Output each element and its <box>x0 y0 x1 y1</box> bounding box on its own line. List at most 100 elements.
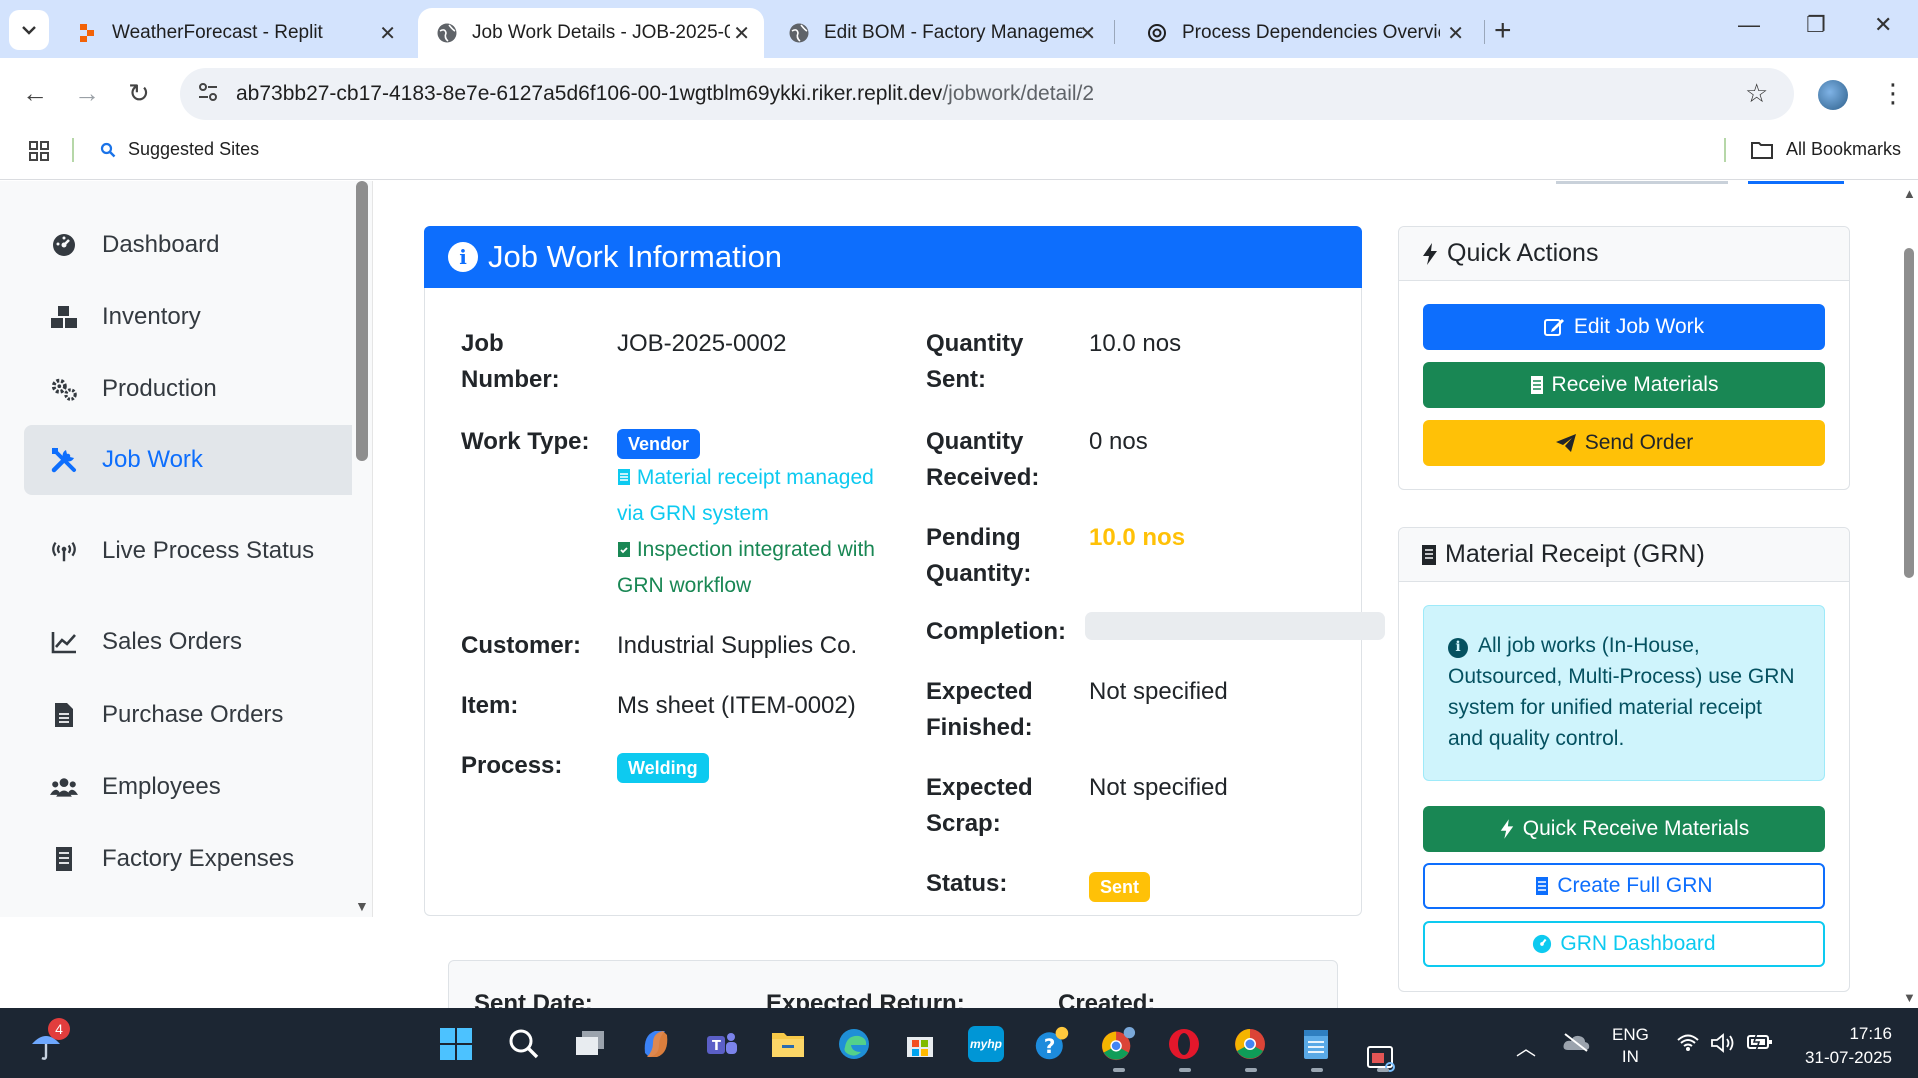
quantity-received-value: 0 nos <box>1089 428 1148 455</box>
show-hidden-icons-chevron-icon[interactable]: ︿ <box>1516 1032 1536 1061</box>
windows-start-icon[interactable] <box>438 1026 474 1062</box>
work-type-badge: Vendor <box>617 429 701 459</box>
system-clock[interactable]: 17:16 31-07-2025 <box>1796 1022 1892 1070</box>
all-bookmarks-button[interactable]: All Bookmarks <box>1750 139 1901 160</box>
sidebar-item-label: Job Work <box>102 446 203 473</box>
site-settings-icon[interactable] <box>196 80 220 109</box>
sidebar-scrollbar[interactable] <box>356 181 368 461</box>
running-indicator <box>1113 1068 1125 1072</box>
battery-icon[interactable] <box>1746 1032 1774 1058</box>
tab-process-dependencies[interactable]: Process Dependencies Overview ✕ <box>1128 8 1478 58</box>
restore-icon[interactable]: ❐ <box>1806 12 1826 38</box>
inspection-note-text: Inspection integrated with GRN workflow <box>617 538 875 597</box>
sidebar-item-dashboard[interactable]: Dashboard <box>24 210 352 280</box>
profile-avatar[interactable] <box>1818 80 1848 110</box>
page-scrollbar[interactable] <box>1904 248 1914 578</box>
sidebar-item-production[interactable]: Production <box>24 354 352 424</box>
running-indicator <box>1311 1068 1323 1072</box>
gauge-icon <box>1533 934 1552 954</box>
sidebar-item-label: Inventory <box>102 303 201 330</box>
quantity-received-label: Quantity Received: <box>926 428 1040 491</box>
tab-search-button[interactable] <box>9 10 49 50</box>
tab-edit-bom[interactable]: Edit BOM - Factory Managemen ✕ <box>770 8 1110 58</box>
tab-separator <box>1484 20 1485 44</box>
help-icon[interactable]: ? <box>1034 1026 1070 1062</box>
url-text[interactable]: ab73bb27-cb17-4183-8e7e-6127a5d6f106-00-… <box>236 82 1094 106</box>
scroll-up-arrow-icon[interactable]: ▲ <box>1903 186 1916 201</box>
chrome-profile-icon[interactable] <box>1100 1026 1136 1062</box>
tab-job-work-details[interactable]: Job Work Details - JOB-2025-00 ✕ <box>418 8 764 58</box>
scroll-down-arrow-icon[interactable]: ▼ <box>1903 990 1916 1005</box>
task-view-icon[interactable] <box>572 1026 608 1062</box>
wifi-icon[interactable] <box>1676 1032 1700 1058</box>
page-divider <box>372 181 373 917</box>
send-order-button[interactable]: Send Order <box>1423 420 1825 466</box>
grn-note-text: Material receipt managed via GRN system <box>617 466 874 525</box>
grn-note: Material receipt managed via GRN system <box>617 460 887 532</box>
customer-label: Customer: <box>461 632 582 659</box>
browser-menu-icon[interactable]: ⋮ <box>1880 78 1906 109</box>
reload-icon[interactable]: ↻ <box>128 78 150 109</box>
sidebar-item-purchase-orders[interactable]: Purchase Orders <box>24 680 352 750</box>
scroll-down-arrow-icon[interactable]: ▼ <box>355 898 369 914</box>
sidebar-item-employees[interactable]: Employees <box>24 752 352 822</box>
receive-materials-button[interactable]: Receive Materials <box>1423 362 1825 408</box>
close-tab-icon[interactable]: ✕ <box>379 21 396 46</box>
copilot-icon[interactable] <box>638 1026 674 1062</box>
edit-job-work-button[interactable]: Edit Job Work <box>1423 304 1825 350</box>
bookmark-star-icon[interactable]: ☆ <box>1745 78 1768 109</box>
job-number-label: Job Number: <box>461 330 560 393</box>
file-explorer-icon[interactable] <box>770 1026 806 1062</box>
sidebar-item-sales-orders[interactable]: Sales Orders <box>24 607 352 677</box>
sidebar-item-live-process-status[interactable]: Live Process Status <box>24 516 352 586</box>
card-title: Job Work Information <box>488 239 783 274</box>
onedrive-icon[interactable] <box>1562 1032 1590 1058</box>
running-indicator <box>1245 1068 1257 1072</box>
bookmarks-bar <box>0 132 1918 180</box>
sidebar-item-factory-expenses[interactable]: Factory Expenses <box>24 824 352 894</box>
new-tab-button[interactable]: + <box>1494 14 1512 48</box>
notepad-icon[interactable] <box>1298 1026 1334 1062</box>
card-title: Material Receipt (GRN) <box>1445 540 1705 568</box>
input-language-indicator[interactable]: ENG IN <box>1612 1024 1649 1068</box>
close-tab-icon[interactable]: ✕ <box>1079 21 1096 46</box>
sidebar-item-inventory[interactable]: Inventory <box>24 282 352 352</box>
job-work-info-header: i Job Work Information <box>424 226 1362 288</box>
close-window-icon[interactable]: ✕ <box>1874 12 1892 38</box>
sidebar-item-job-work[interactable]: Job Work <box>24 425 352 495</box>
close-tab-icon[interactable]: ✕ <box>1447 21 1464 46</box>
edge-icon[interactable] <box>836 1026 872 1062</box>
close-tab-icon[interactable]: ✕ <box>733 21 750 46</box>
file-icon <box>618 469 630 485</box>
tab-weatherforecast[interactable]: WeatherForecast - Replit ✕ <box>58 8 410 58</box>
minimize-icon[interactable]: — <box>1738 12 1760 38</box>
tab-title: Job Work Details - JOB-2025-00 <box>472 22 730 43</box>
teams-icon[interactable]: T <box>704 1026 740 1062</box>
myhp-icon[interactable]: myhp <box>968 1026 1004 1062</box>
back-icon[interactable]: ← <box>22 78 48 109</box>
bookmark-suggested-sites[interactable]: Suggested Sites <box>100 139 259 160</box>
create-full-grn-button[interactable]: Create Full GRN <box>1423 863 1825 909</box>
microsoft-store-icon[interactable] <box>902 1026 938 1062</box>
clock-date: 31-07-2025 <box>1805 1048 1892 1067</box>
search-icon[interactable] <box>506 1026 542 1062</box>
apps-grid-icon[interactable] <box>28 140 50 167</box>
bookmark-label: Suggested Sites <box>128 139 260 159</box>
sidebar-item-label: Production <box>102 375 217 402</box>
sidebar-item-label: Purchase Orders <box>102 701 284 728</box>
snipping-tool-icon[interactable] <box>1364 1042 1400 1078</box>
quick-receive-materials-button[interactable]: Quick Receive Materials <box>1423 806 1825 852</box>
volume-icon[interactable] <box>1710 1032 1736 1060</box>
grn-dashboard-button[interactable]: GRN Dashboard <box>1423 921 1825 967</box>
info-circle-icon: i <box>448 242 478 272</box>
button-label: Create Full GRN <box>1557 874 1713 897</box>
forward-icon[interactable]: → <box>74 78 100 109</box>
completion-label: Completion: <box>926 618 1066 645</box>
quantity-sent-value: 10.0 nos <box>1089 330 1182 357</box>
search-icon <box>100 142 116 157</box>
button-label: Receive Materials <box>1551 373 1719 396</box>
pending-quantity-label: Pending Quantity: <box>926 524 1032 587</box>
receipt-icon <box>1530 376 1543 394</box>
opera-icon[interactable] <box>1166 1026 1202 1062</box>
chrome-icon[interactable] <box>1232 1026 1268 1062</box>
